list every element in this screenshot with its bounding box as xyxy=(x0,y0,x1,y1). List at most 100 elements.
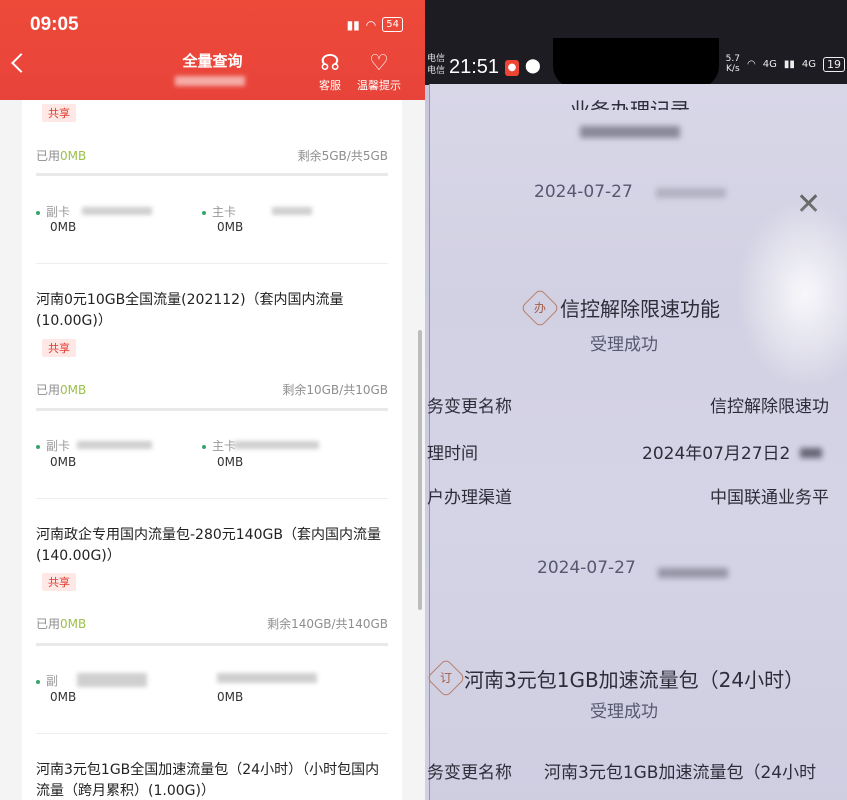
member-role: 主卡 xyxy=(212,439,237,453)
business-icon: 办 xyxy=(520,288,560,328)
redacted-number xyxy=(175,76,245,86)
business-records-screen: 业务办理记录 ✕ 2024-07-27 办 信控解除限速功能 受理成功 务变更名… xyxy=(426,84,847,800)
record-date: 2024-07-27 xyxy=(534,182,633,202)
scrollbar[interactable] xyxy=(418,330,422,610)
redacted-number xyxy=(217,673,317,683)
wifi-icon: ◠ xyxy=(365,17,377,32)
usage-bar xyxy=(36,173,388,176)
carrier-labels: 电信 电信 xyxy=(427,53,445,77)
divider xyxy=(36,733,388,734)
remaining-amount: 剩余140GB/共140GB xyxy=(267,617,388,631)
member-usage: 0MB xyxy=(217,220,244,234)
battery-icon: 54 xyxy=(382,17,403,32)
used-value: 0MB xyxy=(60,383,87,397)
net-speed: 5.7 K/s xyxy=(726,54,740,74)
usage-bar xyxy=(36,408,388,411)
redacted-number xyxy=(77,441,152,449)
remaining-amount: 剩余10GB/共10GB xyxy=(282,383,388,397)
divider xyxy=(36,498,388,499)
order-icon: 订 xyxy=(426,658,466,698)
dot-icon xyxy=(202,444,206,449)
member-usage: 0MB xyxy=(217,455,244,469)
shared-tag: 共享 xyxy=(42,573,76,591)
dot-icon xyxy=(36,210,40,215)
row-value: 河南3元包1GB加速流量包（24小时 xyxy=(544,763,817,783)
member-usage: 0MB xyxy=(50,220,77,234)
used-label: 已用 xyxy=(36,149,61,163)
status-icons: 5.7 K/s ◠ 4G ▮▮ 4G 19 xyxy=(726,54,845,74)
member-usage: 0MB xyxy=(50,690,77,704)
dot-icon xyxy=(36,679,40,684)
package-title: 河南3元包1GB全国加速流量包（24小时）（小时包国内流量（跨月累积）(1.00… xyxy=(36,762,380,799)
shared-tag: 共享 xyxy=(42,339,76,357)
redacted-number xyxy=(77,673,147,687)
divider xyxy=(36,263,388,264)
dot-icon xyxy=(36,444,40,449)
notification-badge-icon: ● xyxy=(505,60,519,76)
right-photo: 电信 电信 21:51 ● ⬤ 5.7 K/s ◠ 4G ▮▮ 4G 19 业务… xyxy=(425,0,847,800)
headset-icon: ☊ xyxy=(320,51,340,76)
package-title: 河南政企专用国内流量包-280元140GB（套内国内流量(140.00G)） xyxy=(36,527,381,564)
row-label: 务变更名称 xyxy=(427,763,512,783)
signal-icon: ▮▮ xyxy=(346,17,360,32)
row-value: 信控解除限速功 xyxy=(710,397,829,417)
customer-service-label: 客服 xyxy=(319,79,341,92)
member-usage: 0MB xyxy=(217,690,244,704)
battery-icon: 19 xyxy=(823,56,845,72)
record-name: 河南3元包1GB加速流量包（24小时） xyxy=(464,668,805,692)
member-usage: 0MB xyxy=(50,455,77,469)
speed-unit: K/s xyxy=(726,64,740,74)
used-amount: 已用0MB xyxy=(36,615,86,632)
member-secondary: 副 xyxy=(36,672,58,689)
page-title: 业务办理记录 xyxy=(570,98,690,122)
used-value: 0MB xyxy=(60,617,87,631)
used-amount: 已用0MB xyxy=(36,147,86,164)
used-amount: 已用0MB xyxy=(36,381,86,398)
package-list: 共享 已用0MB 剩余5GB/共5GB 副卡 0MB 主卡 0MB 河南0元10… xyxy=(22,100,402,800)
member-role: 副 xyxy=(46,674,59,688)
carrier-1: 电信 xyxy=(427,54,446,64)
row-label: 户办理渠道 xyxy=(427,488,512,508)
customer-service-button[interactable]: ☊ 客服 xyxy=(305,52,355,93)
shared-tag: 共享 xyxy=(42,104,76,122)
remaining-amount: 剩余5GB/共5GB xyxy=(297,149,388,163)
screen-glare xyxy=(740,204,847,384)
record-date: 2024-07-27 xyxy=(537,558,636,578)
carrier-2: 电信 xyxy=(427,66,446,76)
redacted-number xyxy=(82,207,152,215)
row-label: 务变更名称 xyxy=(427,397,512,417)
location-icon: ⬤ xyxy=(525,58,541,74)
speed-value: 5.7 xyxy=(725,54,740,64)
heart-icon: ♡ xyxy=(369,51,389,76)
status-time: 21:51 xyxy=(449,56,500,78)
used-value: 0MB xyxy=(60,149,87,163)
member-role: 副卡 xyxy=(46,439,71,453)
tips-button[interactable]: ♡ 温馨提示 xyxy=(354,52,404,93)
row-label: 理时间 xyxy=(427,444,478,464)
record-status: 受理成功 xyxy=(590,335,658,355)
usage-bar xyxy=(36,643,388,646)
member-primary: 主卡 xyxy=(202,437,236,454)
row-value: 中国联通业务平 xyxy=(710,488,829,508)
package-title: 河南0元10GB全国流量(202112)（套内国内流量(10.00G)） xyxy=(36,292,344,329)
member-role: 副卡 xyxy=(46,205,71,219)
row-value: 2024年07月27日2 xyxy=(642,444,791,464)
redacted-time xyxy=(656,188,726,198)
dot-icon xyxy=(202,210,206,215)
wifi-icon: ◠ xyxy=(747,58,756,70)
network-2: 4G xyxy=(801,58,816,70)
redacted-time xyxy=(658,568,728,578)
redacted-number xyxy=(234,441,319,449)
record-name: 信控解除限速功能 xyxy=(560,297,720,321)
redacted-time xyxy=(800,448,822,458)
used-label: 已用 xyxy=(36,383,61,397)
member-primary: 主卡 xyxy=(202,203,236,220)
redacted-number xyxy=(272,207,312,215)
status-time: 09:05 xyxy=(30,14,79,35)
record-status: 受理成功 xyxy=(590,702,658,722)
network-1: 4G xyxy=(762,58,777,70)
camera-notch xyxy=(553,38,719,88)
member-role: 主卡 xyxy=(212,205,237,219)
left-screenshot: 09:05 ▮▮ ◠ 54 全量查询 ☊ 客服 ♡ 温馨提示 共享 已用0MB … xyxy=(0,0,425,800)
member-secondary: 副卡 xyxy=(36,437,70,454)
